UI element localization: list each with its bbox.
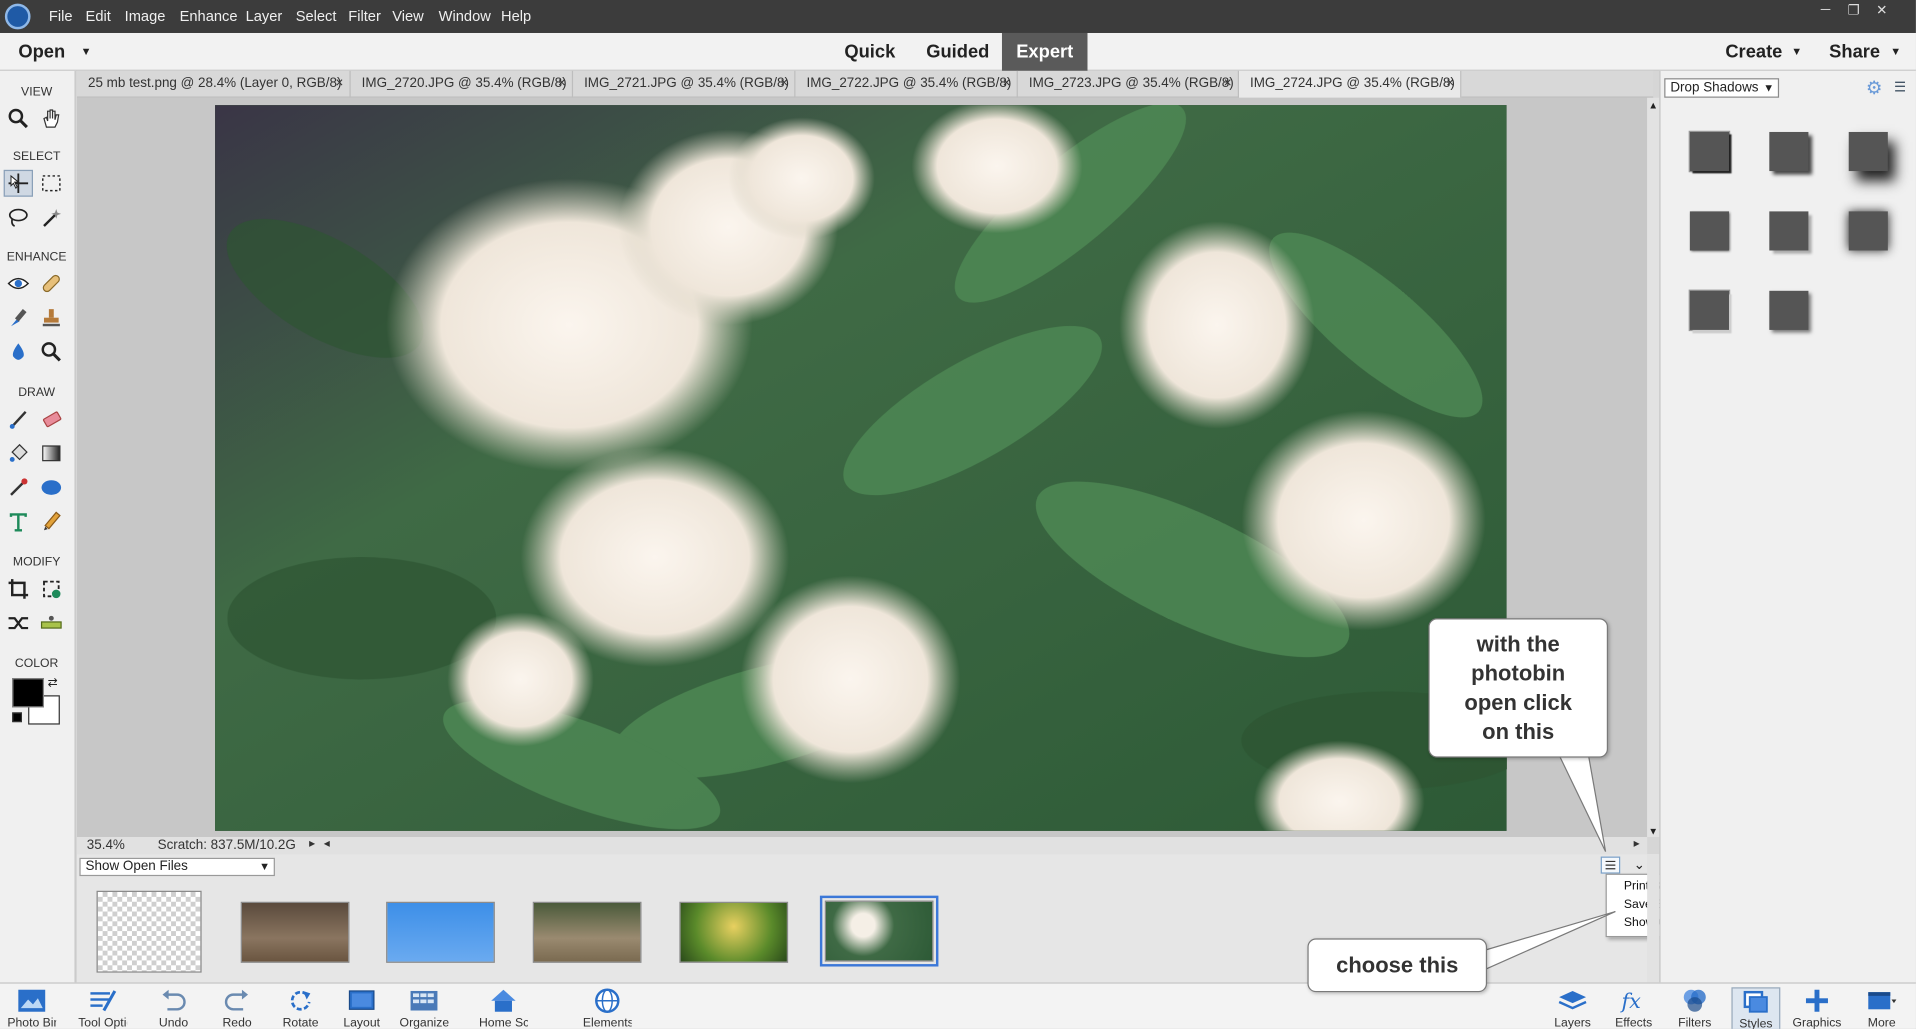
callout-pointers <box>1482 754 1616 972</box>
instruction-callout-bottom: choose this <box>1307 938 1488 993</box>
instruction-callout-top: with the photobin open click on this <box>1428 618 1609 758</box>
